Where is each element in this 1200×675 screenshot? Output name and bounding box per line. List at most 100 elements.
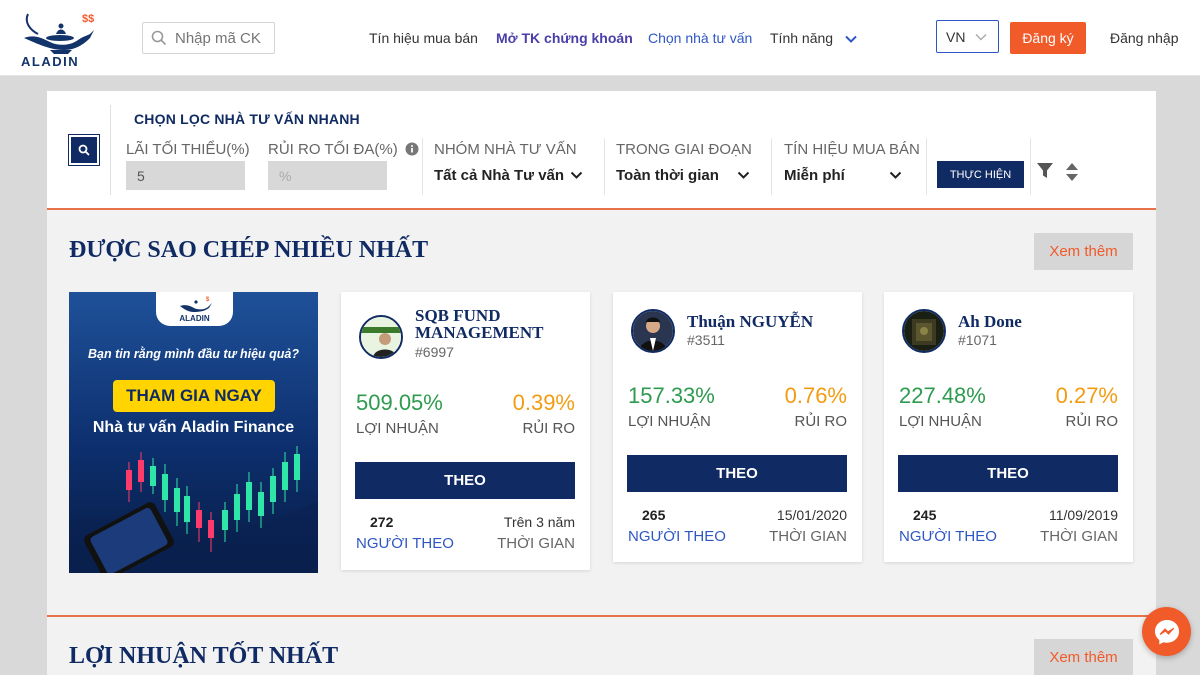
avatar[interactable]: [631, 309, 675, 353]
divider: [1030, 138, 1031, 195]
followers-label: NGƯỜI THEO: [628, 528, 726, 545]
divider: [604, 138, 605, 195]
follow-button[interactable]: THEO: [898, 455, 1118, 492]
duration-value: Trên 3 năm: [503, 514, 575, 530]
duration-value: 15/01/2020: [776, 507, 847, 523]
advisor-id: #1071: [958, 332, 997, 348]
stock-search-input[interactable]: [175, 29, 267, 47]
min-profit-label: LÃI TỐI THIỂU(%): [126, 141, 250, 158]
follow-button[interactable]: THEO: [627, 455, 847, 492]
signal-value: Miễn phí: [784, 167, 845, 184]
advisor-name[interactable]: Thuận NGUYỄN: [687, 313, 857, 330]
risk-label: RỦI RO: [522, 420, 576, 437]
advisor-id: #6997: [415, 344, 454, 360]
main-panel: CHỌN LỌC NHÀ TƯ VẤN NHANH LÃI TỐI THIỂU(…: [47, 91, 1156, 675]
signal-label: TÍN HIỆU MUA BÁN: [784, 141, 920, 158]
messenger-chat-button[interactable]: [1142, 607, 1191, 656]
risk-label: RỦI RO: [1065, 413, 1119, 430]
followers-label: NGƯỜI THEO: [356, 535, 454, 552]
min-profit-input[interactable]: 5: [126, 161, 245, 190]
section-divider: [47, 615, 1156, 617]
banner-question: Bạn tin rằng mình đầu tư hiệu quả?: [87, 347, 299, 361]
risk-value: 0.39%: [512, 390, 575, 415]
chevron-down-icon: [889, 171, 902, 179]
svg-text:$: $: [206, 297, 210, 303]
best-profit-more-button[interactable]: Xem thêm: [1034, 639, 1133, 675]
chevron-down-icon: [975, 33, 987, 40]
banner-candlestick-illustration: [69, 446, 318, 573]
profit-label: LỢI NHUẬN: [356, 420, 439, 437]
execute-button[interactable]: THỰC HIỆN: [937, 161, 1024, 188]
advisor-card[interactable]: Thuận NGUYỄN #3511 157.33% 0.76% LỢI NHU…: [613, 292, 862, 562]
most-copied-title: ĐƯỢC SAO CHÉP NHIỀU NHẤT: [69, 237, 429, 263]
nav-choose-advisor[interactable]: Chọn nhà tư vấn: [648, 30, 752, 46]
divider: [422, 138, 423, 195]
profit-value: 509.05%: [356, 390, 443, 415]
duration-value: 11/09/2019: [1048, 507, 1118, 523]
profit-value: 227.48%: [899, 383, 986, 408]
advisor-card[interactable]: Ah Done #1071 227.48% 0.27% LỢI NHUẬN RỦ…: [884, 292, 1133, 562]
search-icon: [151, 30, 167, 46]
avatar[interactable]: [359, 315, 403, 359]
most-copied-more-button[interactable]: Xem thêm: [1034, 233, 1133, 270]
period-select[interactable]: Toàn thời gian: [616, 167, 750, 184]
duration-label: THỜI GIAN: [1040, 528, 1118, 545]
search-icon: [78, 144, 90, 156]
nav-open-account[interactable]: Mở TK chứng khoán: [496, 30, 633, 46]
advisor-group-label: NHÓM NHÀ TƯ VẤN: [434, 141, 577, 158]
filter-icon[interactable]: [1036, 162, 1054, 180]
duration-label: THỜI GIAN: [769, 528, 847, 545]
nav-features-label: Tính năng: [770, 30, 834, 46]
advisor-id: #3511: [687, 332, 725, 348]
svg-text:$$: $$: [82, 13, 94, 25]
advisor-group-value: Tất cả Nhà Tư vấn: [434, 167, 565, 184]
quick-advisor-filter: CHỌN LỌC NHÀ TƯ VẤN NHANH LÃI TỐI THIỂU(…: [47, 91, 1156, 210]
period-label: TRONG GIAI ĐOẠN: [616, 141, 752, 158]
advisor-card[interactable]: SQB FUND MANAGEMENT #6997 509.05% 0.39% …: [341, 292, 590, 570]
max-risk-label-text: RỦI RO TỐI ĐA(%): [268, 141, 398, 158]
advisor-group-select[interactable]: Tất cả Nhà Tư vấn: [434, 167, 583, 184]
period-value: Toàn thời gian: [616, 167, 719, 184]
chevron-down-icon: [570, 171, 583, 179]
banner-cta[interactable]: THAM GIA NGAY: [113, 380, 275, 412]
login-link[interactable]: Đăng nhập: [1110, 30, 1179, 46]
follower-count: 245: [913, 507, 937, 523]
sort-icon[interactable]: [1065, 162, 1079, 182]
max-risk-label: RỦI RO TỐI ĐA(%): [268, 141, 419, 158]
risk-value: 0.76%: [784, 383, 847, 408]
genie-lamp-icon: $: [180, 297, 212, 312]
avatar[interactable]: [902, 309, 946, 353]
language-value: VN: [946, 28, 966, 45]
banner-logo-tab: $ ALADIN: [156, 292, 233, 326]
follow-button[interactable]: THEO: [355, 462, 575, 499]
risk-label: RỦI RO: [794, 413, 848, 430]
info-icon[interactable]: [405, 142, 419, 156]
advisor-name[interactable]: Ah Done: [958, 313, 1128, 330]
stock-search[interactable]: [142, 22, 275, 54]
banner-subtitle: Nhà tư vấn Aladin Finance: [92, 419, 295, 436]
genie-lamp-icon: $$: [24, 13, 94, 54]
follower-count: 272: [370, 514, 394, 530]
nav-features[interactable]: Tính năng: [770, 30, 857, 46]
promo-banner[interactable]: $ ALADIN Bạn tin rằng mình đầu tư hiệu q…: [69, 292, 318, 573]
chevron-down-icon: [845, 35, 857, 43]
profit-label: LỢI NHUẬN: [628, 413, 711, 430]
register-button[interactable]: Đăng ký: [1010, 22, 1086, 54]
banner-logo-text: ALADIN: [179, 314, 210, 323]
top-navbar: $$ ALADIN Tín hiệu mua bán Mở TK chứng k…: [0, 0, 1200, 76]
signal-select[interactable]: Miễn phí: [784, 167, 902, 184]
best-profit-title: LỢI NHUẬN TỐT NHẤT: [69, 643, 339, 669]
divider: [926, 138, 927, 195]
nav-signals[interactable]: Tín hiệu mua bán: [369, 30, 478, 46]
advisor-name[interactable]: SQB FUND MANAGEMENT: [415, 307, 585, 341]
max-risk-input[interactable]: %: [268, 161, 387, 190]
language-select[interactable]: VN: [936, 20, 999, 53]
filter-title: CHỌN LỌC NHÀ TƯ VẤN NHANH: [134, 111, 360, 127]
filter-search-button[interactable]: [68, 134, 100, 166]
profit-label: LỢI NHUẬN: [899, 413, 982, 430]
duration-label: THỜI GIAN: [497, 535, 575, 552]
messenger-icon: [1154, 619, 1179, 644]
divider: [110, 105, 111, 195]
followers-label: NGƯỜI THEO: [899, 528, 997, 545]
risk-value: 0.27%: [1055, 383, 1118, 408]
